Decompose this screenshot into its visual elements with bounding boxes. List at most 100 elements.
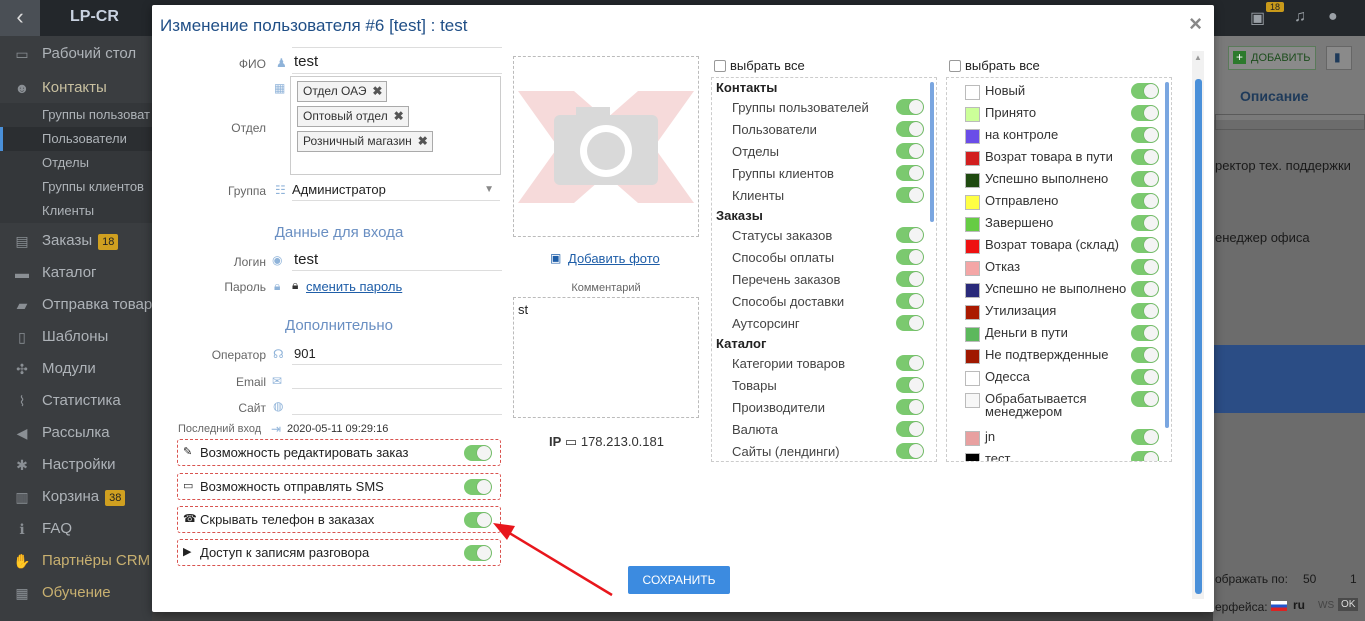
permission-toggle[interactable] [896,249,924,265]
select-all-statuses[interactable]: выбрать все [949,58,1040,73]
sidebar-item-desktop[interactable]: ▭ Рабочий стол [0,39,152,69]
permission-toggle[interactable] [896,271,924,287]
department-multiselect[interactable]: Отдел ОАЭ ✖ Оптовый отдел ✖ Розничный мага… [290,76,501,175]
cart-icon[interactable]: ▣ [1250,8,1265,28]
status-toggle[interactable] [1131,429,1159,445]
save-button[interactable]: СОХРАНИТЬ [628,566,730,594]
sidebar-item-modules[interactable]: ✣ Модули [0,354,152,384]
call-records-toggle[interactable] [464,545,492,561]
sidebar-item-settings[interactable]: ✱ Настройки [0,450,152,480]
export-button[interactable]: ▮ [1326,46,1352,70]
close-icon[interactable]: × [1189,11,1202,37]
headset-icon: ☊ [273,347,284,361]
change-password-link[interactable]: сменить пароль [306,279,402,294]
department-label: Отдел [231,121,266,135]
bell-icon[interactable]: ♫ [1294,8,1306,26]
status-toggle[interactable] [1131,237,1159,253]
sidebar-item-partners[interactable]: ✋ Партнёры CRM [0,546,152,576]
permission-toggle[interactable] [896,293,924,309]
statuses-scrollbar[interactable] [1165,82,1169,428]
permission-toggle[interactable] [896,421,924,437]
photo-placeholder[interactable] [513,56,699,237]
edit-order-toggle[interactable] [464,445,492,461]
modal-scrollbar-thumb[interactable] [1195,79,1202,594]
select-all-checkbox[interactable] [949,60,961,72]
per-page-select[interactable]: 50 [1303,572,1316,586]
status-toggle[interactable] [1131,83,1159,99]
status-toggle[interactable] [1131,347,1159,363]
camera-icon [518,91,694,203]
column-filter-input[interactable] [1215,114,1365,130]
sidebar-item-training[interactable]: ▦ Обучение [0,578,152,608]
sidebar-toggle-button[interactable]: ‹ [0,0,40,36]
status-toggle[interactable] [1131,105,1159,121]
permission-toggle[interactable] [896,399,924,415]
sidebar-subitem-clients[interactable]: Клиенты [0,199,152,223]
status-toggle[interactable] [1131,215,1159,231]
select-all-permissions[interactable]: выбрать все [714,58,805,73]
status-toggle[interactable] [1131,171,1159,187]
status-toggle[interactable] [1131,325,1159,341]
user-menu-icon[interactable]: ● [1328,8,1338,26]
sidebar-subitem-departments[interactable]: Отделы [0,151,152,175]
scroll-up-icon[interactable]: ▲ [1193,53,1203,63]
remove-tag-icon[interactable]: ✖ [394,107,404,126]
remove-tag-icon[interactable]: ✖ [418,132,428,151]
permission-toggle[interactable] [896,377,924,393]
sidebar-subitem-client-groups[interactable]: Группы клиентов [0,175,152,199]
sidebar-subitem-user-groups[interactable]: Группы пользоват [0,103,152,127]
email-field[interactable] [292,388,502,389]
group-label: Группа [227,184,266,198]
call-records-permission-row: ▶ Доступ к записям разговора [177,539,501,566]
sidebar-item-contacts[interactable]: ☻ Контакты [0,73,152,103]
language-select[interactable]: ru [1293,598,1305,612]
permission-item: Пользователи [732,121,936,137]
sidebar-item-faq[interactable]: ℹ FAQ [0,514,152,544]
permission-toggle[interactable] [896,315,924,331]
status-toggle[interactable] [1131,149,1159,165]
permission-toggle[interactable] [896,187,924,203]
group-select[interactable]: Администратор ▼ [292,179,500,201]
permission-toggle[interactable] [896,443,924,459]
sidebar-item-statistics[interactable]: ⌇ Статистика [0,386,152,416]
status-toggle[interactable] [1131,391,1159,407]
comment-textarea[interactable]: st [513,297,699,418]
status-toggle[interactable] [1131,451,1159,461]
status-toggle[interactable] [1131,259,1159,275]
add-button[interactable]: ДОБАВИТЬ [1228,46,1316,70]
permission-toggle[interactable] [896,99,924,115]
permission-toggle[interactable] [896,121,924,137]
sidebar-item-trash[interactable]: ▥ Корзина 38 [0,482,152,512]
add-photo-link[interactable]: Добавить фото [568,251,660,266]
sidebar-item-mailing[interactable]: ◀ Рассылка [0,418,152,448]
status-toggle[interactable] [1131,193,1159,209]
page-number[interactable]: 1 [1350,572,1357,586]
sidebar-item-catalog[interactable]: ▬ Каталог [0,258,152,288]
site-field[interactable] [292,414,502,415]
permission-toggle[interactable] [896,143,924,159]
sidebar-subitem-users[interactable]: Пользователи [0,127,152,151]
operator-field[interactable]: 901 [294,346,316,361]
fio-field[interactable]: test [294,53,318,70]
hide-phone-toggle[interactable] [464,512,492,528]
login-field[interactable]: test [294,251,318,268]
status-toggle[interactable] [1131,369,1159,385]
russian-flag-icon[interactable] [1271,601,1287,611]
column-header-description[interactable]: Описание [1240,88,1309,104]
sidebar-item-orders[interactable]: ▤ Заказы 18 [0,226,152,256]
status-toggle[interactable] [1131,303,1159,319]
permission-toggle[interactable] [896,355,924,371]
sms-toggle[interactable] [464,479,492,495]
phone-icon: ☎ [183,513,197,525]
permissions-scrollbar[interactable] [930,82,934,222]
permission-toggle[interactable] [896,165,924,181]
selected-table-row[interactable] [1213,345,1365,413]
sidebar-item-shipping[interactable]: ▰ Отправка товар [0,290,152,320]
status-color-swatch [965,393,980,408]
sidebar-item-templates[interactable]: ▯ Шаблоны [0,322,152,352]
status-toggle[interactable] [1131,281,1159,297]
remove-tag-icon[interactable]: ✖ [372,82,382,101]
select-all-checkbox[interactable] [714,60,726,72]
permission-toggle[interactable] [896,227,924,243]
status-toggle[interactable] [1131,127,1159,143]
